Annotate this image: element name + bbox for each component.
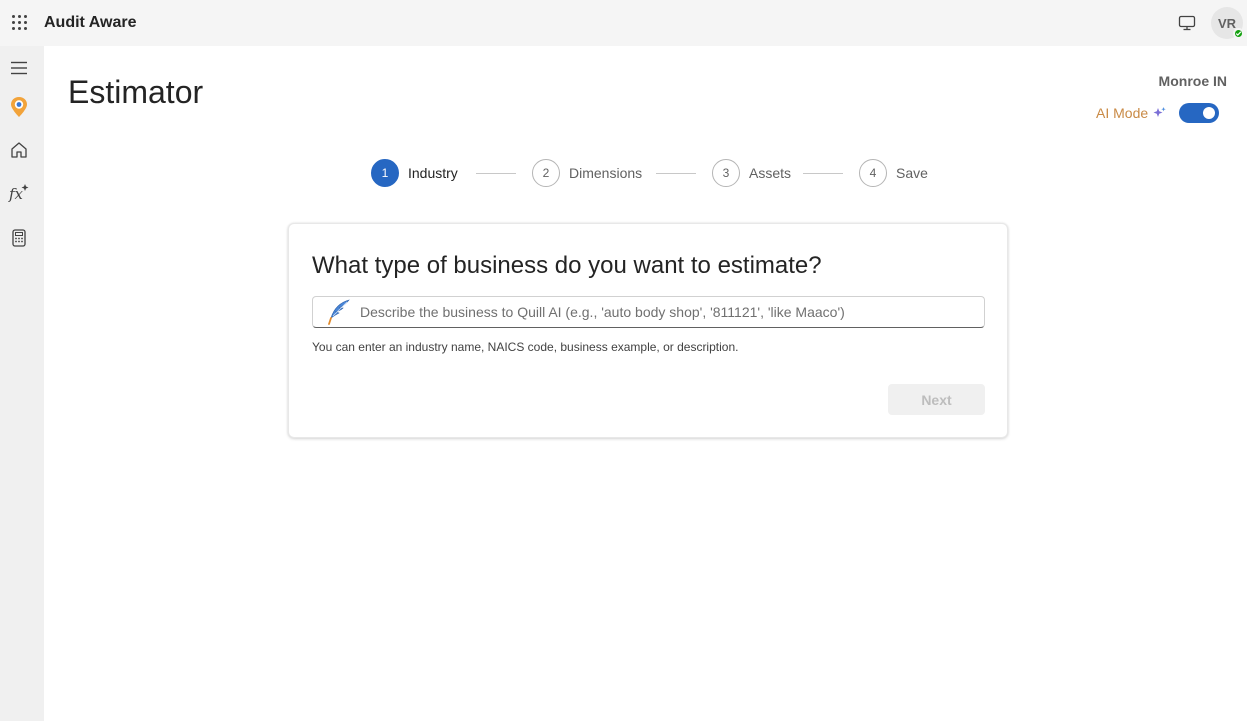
function-sparkle-icon[interactable]: fx bbox=[8, 182, 30, 204]
step-connector bbox=[803, 173, 843, 174]
step-number: 4 bbox=[859, 159, 887, 187]
next-button[interactable]: Next bbox=[888, 384, 985, 415]
step-label: Assets bbox=[749, 165, 792, 181]
step-connector bbox=[476, 173, 516, 174]
step-number: 2 bbox=[532, 159, 560, 187]
step-label: Dimensions bbox=[569, 165, 643, 181]
ai-mode-label: AI Mode bbox=[1096, 105, 1149, 121]
location-pin-icon[interactable] bbox=[8, 96, 30, 118]
input-hint: You can enter an industry name, NAICS co… bbox=[312, 340, 739, 354]
step-number: 3 bbox=[712, 159, 740, 187]
quill-feather-icon bbox=[327, 299, 351, 330]
location-label: Monroe IN bbox=[1158, 73, 1227, 89]
step-industry[interactable]: 1 Industry bbox=[371, 159, 458, 187]
card-title: What type of business do you want to est… bbox=[312, 252, 822, 279]
sparkle-icon bbox=[1153, 106, 1167, 125]
hamburger-menu-icon[interactable] bbox=[8, 57, 30, 79]
step-label: Save bbox=[896, 165, 928, 181]
step-connector bbox=[656, 173, 696, 174]
left-rail: fx bbox=[0, 46, 44, 721]
app-launcher-icon[interactable] bbox=[11, 14, 29, 32]
calculator-icon[interactable] bbox=[8, 227, 30, 249]
app-title: Audit Aware bbox=[44, 14, 137, 31]
page-title: Estimator bbox=[68, 74, 204, 110]
step-save[interactable]: 4 Save bbox=[859, 159, 928, 187]
business-input-wrapper[interactable] bbox=[312, 296, 985, 328]
business-description-input[interactable] bbox=[360, 298, 980, 326]
monitor-icon[interactable] bbox=[1178, 15, 1196, 31]
top-bar: Audit Aware VR bbox=[0, 0, 1247, 46]
industry-card: What type of business do you want to est… bbox=[288, 223, 1008, 438]
step-dimensions[interactable]: 2 Dimensions bbox=[532, 159, 642, 187]
avatar-initials: VR bbox=[1217, 15, 1237, 31]
step-assets[interactable]: 3 Assets bbox=[712, 159, 791, 187]
home-icon[interactable] bbox=[8, 139, 30, 161]
step-label: Industry bbox=[408, 165, 458, 181]
svg-text:fx: fx bbox=[8, 185, 24, 203]
ai-mode-toggle[interactable] bbox=[1179, 103, 1219, 123]
presence-available-icon bbox=[1233, 28, 1244, 39]
toggle-knob bbox=[1203, 107, 1215, 119]
step-number: 1 bbox=[371, 159, 399, 187]
